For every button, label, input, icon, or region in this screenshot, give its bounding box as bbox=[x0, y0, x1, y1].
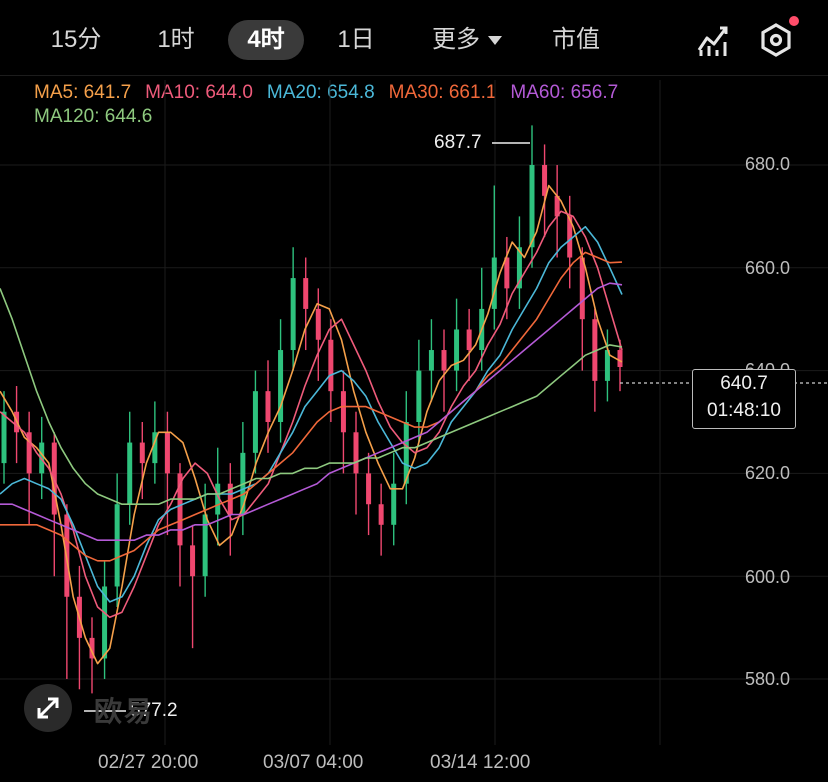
candle-body bbox=[340, 391, 346, 433]
ma-line-ma60 bbox=[0, 282, 623, 542]
candle-body bbox=[353, 432, 359, 474]
candle-body bbox=[491, 257, 497, 309]
y-tick-label: 580.0 bbox=[745, 669, 791, 689]
fullscreen-button[interactable] bbox=[24, 684, 72, 732]
candle-body bbox=[139, 442, 145, 464]
candle-body bbox=[190, 545, 196, 577]
ma-line-ma120 bbox=[0, 288, 623, 506]
ma-line-ma10 bbox=[0, 210, 623, 619]
high-price-label: 687.7 bbox=[434, 132, 482, 153]
candle-body bbox=[127, 442, 133, 505]
expand-icon bbox=[37, 697, 59, 719]
y-tick-label: 600.0 bbox=[745, 567, 791, 587]
candle-body bbox=[378, 504, 384, 525]
candle-body bbox=[542, 165, 548, 196]
current-price-value: 640.7 bbox=[720, 373, 768, 394]
candle-body bbox=[428, 350, 434, 371]
candle-body bbox=[441, 350, 447, 371]
candle-countdown: 01:48:10 bbox=[707, 400, 781, 421]
candle-body bbox=[328, 339, 334, 392]
candle-body bbox=[366, 473, 372, 505]
candle-body bbox=[290, 278, 296, 351]
candle-body bbox=[164, 432, 170, 474]
candle-body bbox=[579, 257, 585, 320]
y-tick-label: 620.0 bbox=[745, 463, 791, 483]
candle-body bbox=[529, 165, 535, 248]
candle-body bbox=[303, 278, 309, 309]
candle-body bbox=[252, 391, 258, 453]
candle-body bbox=[391, 483, 397, 525]
candle-body bbox=[315, 308, 321, 340]
candle-body bbox=[617, 350, 623, 368]
candle-body bbox=[416, 370, 422, 422]
candle-body bbox=[265, 391, 271, 422]
ma-line-ma20 bbox=[0, 225, 623, 603]
candle-body bbox=[466, 329, 472, 351]
y-tick-label: 660.0 bbox=[745, 258, 791, 278]
ma-line-ma30 bbox=[0, 251, 623, 562]
candle-body bbox=[202, 514, 208, 577]
x-tick-label: 03/07 04:00 bbox=[263, 752, 364, 773]
x-tick-label: 02/27 20:00 bbox=[98, 752, 199, 773]
candle-body bbox=[114, 504, 120, 587]
current-price-box: 640.7 01:48:10 bbox=[692, 369, 796, 429]
watermark-logo: 欧易 bbox=[94, 696, 155, 727]
ma-line-ma5 bbox=[0, 184, 623, 665]
x-tick-label: 03/14 12:00 bbox=[430, 752, 531, 773]
y-tick-label: 680.0 bbox=[745, 154, 791, 174]
candle-body bbox=[1, 411, 7, 464]
